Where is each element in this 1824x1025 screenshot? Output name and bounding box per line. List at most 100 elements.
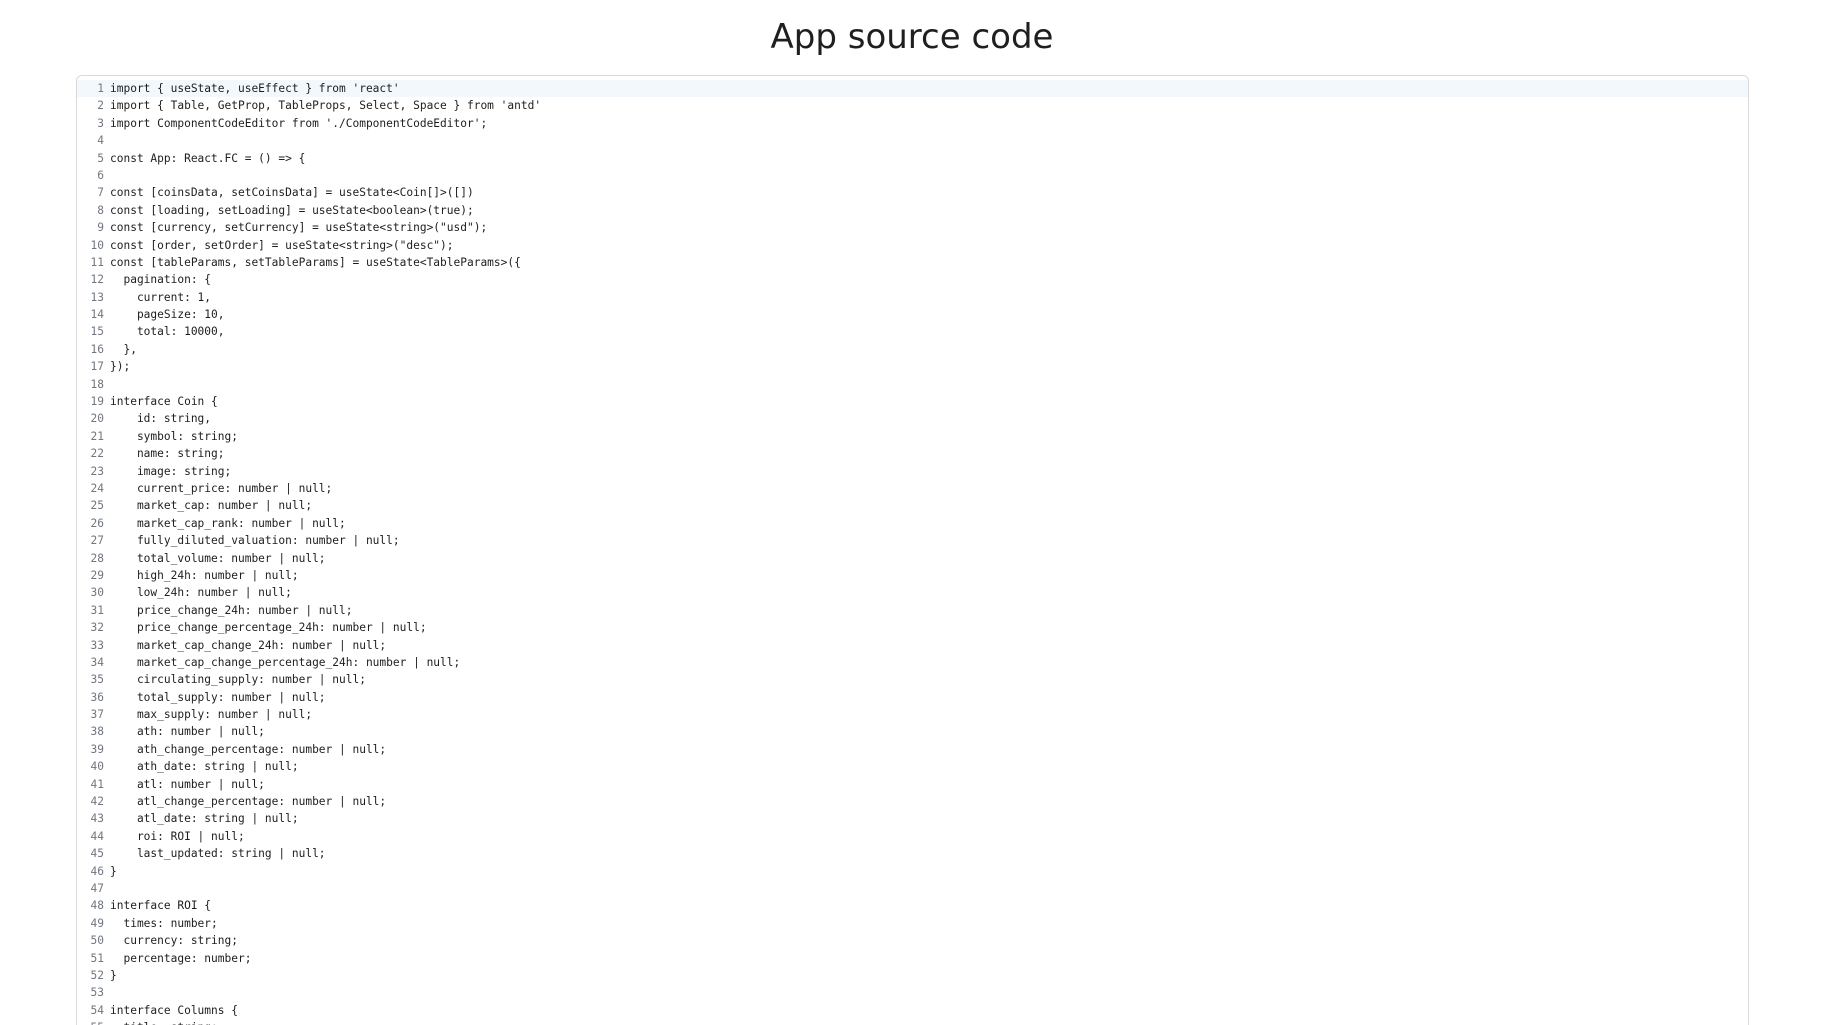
line-text[interactable]: last_updated: string | null; <box>110 845 326 862</box>
line-text[interactable]: times: number; <box>110 915 217 932</box>
line-text[interactable]: } <box>110 863 117 880</box>
code-line[interactable]: 18 <box>77 376 1748 393</box>
code-line[interactable]: 46} <box>77 863 1748 880</box>
line-text[interactable]: low_24h: number | null; <box>110 584 292 601</box>
line-text[interactable]: market_cap_change_24h: number | null; <box>110 637 386 654</box>
line-text[interactable]: const [tableParams, setTableParams] = us… <box>110 254 521 271</box>
code-line[interactable]: 50 currency: string; <box>77 932 1748 949</box>
line-text[interactable]: atl: number | null; <box>110 776 265 793</box>
code-line[interactable]: 24 current_price: number | null; <box>77 480 1748 497</box>
line-text[interactable]: ath_date: string | null; <box>110 758 299 775</box>
line-text[interactable]: const [currency, setCurrency] = useState… <box>110 219 487 236</box>
line-text[interactable]: const [coinsData, setCoinsData] = useSta… <box>110 184 474 201</box>
code-line[interactable]: 33 market_cap_change_24h: number | null; <box>77 637 1748 654</box>
line-text[interactable]: interface Coin { <box>110 393 218 410</box>
code-line[interactable]: 8 const [loading, setLoading] = useState<… <box>77 202 1748 219</box>
code-line[interactable]: 16 }, <box>77 341 1748 358</box>
line-text[interactable]: import { Table, GetProp, TableProps, Sel… <box>110 97 541 114</box>
line-text[interactable]: market_cap_change_percentage_24h: number… <box>110 654 460 671</box>
code-line[interactable]: 1 import { useState, useEffect } from 're… <box>77 80 1748 98</box>
code-line[interactable]: 17}); <box>77 358 1748 375</box>
code-line[interactable]: 29 high_24h: number | null; <box>77 567 1748 584</box>
code-line[interactable]: 32 price_change_percentage_24h: number |… <box>77 619 1748 636</box>
code-line[interactable]: 40 ath_date: string | null; <box>77 758 1748 775</box>
line-text[interactable]: current_price: number | null; <box>110 480 332 497</box>
line-text[interactable]: fully_diluted_valuation: number | null; <box>110 532 400 549</box>
code-line[interactable]: 19 interface Coin { <box>77 393 1748 410</box>
line-text[interactable]: max_supply: number | null; <box>110 706 312 723</box>
line-text[interactable]: market_cap_rank: number | null; <box>110 515 346 532</box>
code-line[interactable]: 53 <box>77 984 1748 1001</box>
code-line[interactable]: 42 atl_change_percentage: number | null; <box>77 793 1748 810</box>
code-line[interactable]: 43 atl_date: string | null; <box>77 810 1748 827</box>
line-text[interactable]: const [loading, setLoading] = useState<b… <box>110 202 474 219</box>
line-text[interactable]: total: 10000, <box>110 323 225 340</box>
line-text[interactable]: }); <box>110 358 130 375</box>
line-text[interactable]: const App: React.FC = () => { <box>110 150 305 167</box>
code-line[interactable]: 4 <box>77 132 1748 149</box>
line-text[interactable]: circulating_supply: number | null; <box>110 671 366 688</box>
code-line[interactable]: 51 percentage: number; <box>77 950 1748 967</box>
code-line[interactable]: 11 const [tableParams, setTableParams] = … <box>77 254 1748 271</box>
line-text[interactable]: atl_date: string | null; <box>110 810 299 827</box>
line-text[interactable]: title: string; <box>110 1019 217 1025</box>
code-editor[interactable]: 1 import { useState, useEffect } from 're… <box>76 75 1749 1025</box>
line-text[interactable]: total_volume: number | null; <box>110 550 326 567</box>
code-line[interactable]: 14 pageSize: 10, <box>77 306 1748 323</box>
line-text[interactable]: interface ROI { <box>110 897 211 914</box>
code-line[interactable]: 36 total_supply: number | null; <box>77 689 1748 706</box>
code-line[interactable]: 47 <box>77 880 1748 897</box>
line-text[interactable]: market_cap: number | null; <box>110 497 312 514</box>
code-line[interactable]: 41 atl: number | null; <box>77 776 1748 793</box>
code-line[interactable]: 49 times: number; <box>77 915 1748 932</box>
code-line[interactable]: 54 interface Columns { <box>77 1002 1748 1019</box>
line-text[interactable]: roi: ROI | null; <box>110 828 245 845</box>
line-text[interactable]: current: 1, <box>110 289 211 306</box>
code-line[interactable]: 44 roi: ROI | null; <box>77 828 1748 845</box>
code-line[interactable]: 31 price_change_24h: number | null; <box>77 602 1748 619</box>
code-line[interactable]: 3 import ComponentCodeEditor from './Comp… <box>77 115 1748 132</box>
code-line[interactable]: 21 symbol: string; <box>77 428 1748 445</box>
code-line[interactable]: 2 import { Table, GetProp, TableProps, Se… <box>77 97 1748 114</box>
code-line[interactable]: 7 const [coinsData, setCoinsData] = useSt… <box>77 184 1748 201</box>
code-line[interactable]: 26 market_cap_rank: number | null; <box>77 515 1748 532</box>
code-line[interactable]: 6 <box>77 167 1748 184</box>
code-line[interactable]: 25 market_cap: number | null; <box>77 497 1748 514</box>
code-line[interactable]: 30 low_24h: number | null; <box>77 584 1748 601</box>
line-text[interactable]: price_change_24h: number | null; <box>110 602 353 619</box>
line-text[interactable]: total_supply: number | null; <box>110 689 326 706</box>
code-line[interactable]: 27 fully_diluted_valuation: number | nul… <box>77 532 1748 549</box>
code-line[interactable]: 55 title: string; <box>77 1019 1748 1025</box>
line-text[interactable]: price_change_percentage_24h: number | nu… <box>110 619 427 636</box>
code-line[interactable]: 37 max_supply: number | null; <box>77 706 1748 723</box>
code-line[interactable]: 13 current: 1, <box>77 289 1748 306</box>
code-line[interactable]: 12 pagination: { <box>77 271 1748 288</box>
line-text[interactable]: import { useState, useEffect } from 'rea… <box>110 80 400 97</box>
line-text[interactable]: percentage: number; <box>110 950 251 967</box>
code-line[interactable]: 39 ath_change_percentage: number | null; <box>77 741 1748 758</box>
line-text[interactable]: name: string; <box>110 445 225 462</box>
code-line[interactable]: 28 total_volume: number | null; <box>77 550 1748 567</box>
line-text[interactable]: id: string, <box>110 410 211 427</box>
code-line[interactable]: 22 name: string; <box>77 445 1748 462</box>
code-line[interactable]: 23 image: string; <box>77 463 1748 480</box>
code-line[interactable]: 5 const App: React.FC = () => { <box>77 150 1748 167</box>
code-line[interactable]: 20 id: string, <box>77 410 1748 427</box>
line-text[interactable]: } <box>110 967 117 984</box>
code-line[interactable]: 45 last_updated: string | null; <box>77 845 1748 862</box>
code-line[interactable]: 52} <box>77 967 1748 984</box>
line-text[interactable]: interface Columns { <box>110 1002 238 1019</box>
line-text[interactable]: high_24h: number | null; <box>110 567 299 584</box>
line-text[interactable]: currency: string; <box>110 932 238 949</box>
code-lines[interactable]: 1 import { useState, useEffect } from 're… <box>77 80 1748 1025</box>
line-text[interactable]: image: string; <box>110 463 231 480</box>
line-text[interactable]: atl_change_percentage: number | null; <box>110 793 386 810</box>
code-line[interactable]: 48 interface ROI { <box>77 897 1748 914</box>
line-text[interactable]: import ComponentCodeEditor from './Compo… <box>110 115 487 132</box>
code-line[interactable]: 10 const [order, setOrder] = useState<str… <box>77 237 1748 254</box>
line-text[interactable]: pageSize: 10, <box>110 306 225 323</box>
line-text[interactable]: ath_change_percentage: number | null; <box>110 741 386 758</box>
code-line[interactable]: 34 market_cap_change_percentage_24h: num… <box>77 654 1748 671</box>
line-text[interactable]: }, <box>110 341 136 358</box>
code-line[interactable]: 9 const [currency, setCurrency] = useStat… <box>77 219 1748 236</box>
